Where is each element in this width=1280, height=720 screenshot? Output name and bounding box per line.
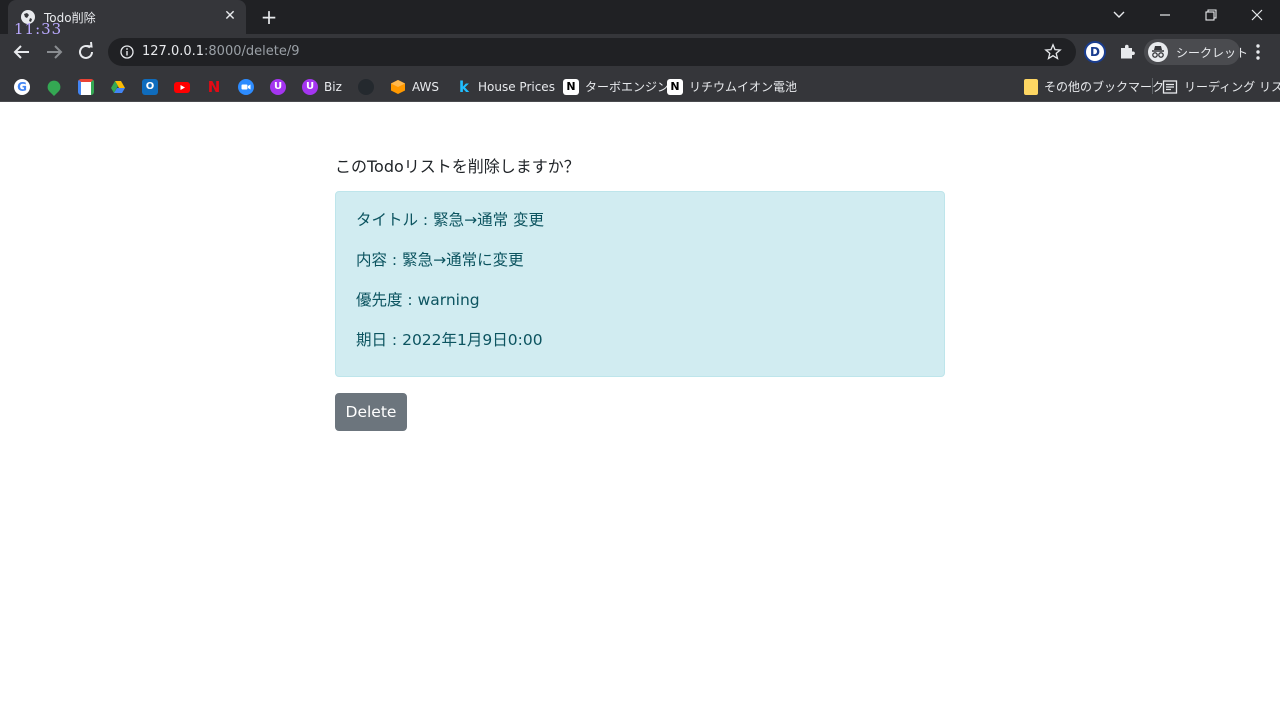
todo-due-date: 期日 : 2022年1月9日0:00 — [356, 331, 543, 349]
reading-list-icon — [1162, 79, 1178, 94]
close-window-button[interactable] — [1242, 4, 1272, 28]
todo-content: 内容 : 緊急→通常に変更 — [356, 251, 524, 269]
close-tab-icon[interactable]: ✕ — [222, 8, 238, 24]
notion-icon: N — [563, 78, 579, 95]
url-host: 127.0.0.1 — [142, 44, 205, 59]
bookmark-star-icon[interactable] — [1044, 43, 1062, 61]
bookmark-zoom[interactable] — [238, 76, 254, 96]
bookmark-netflix[interactable]: N — [206, 76, 222, 96]
bookmark-outlook[interactable]: O — [142, 76, 158, 96]
address-bar[interactable]: 127.0.0.1:8000/delete/9 — [108, 38, 1076, 66]
page-content: このTodoリストを削除しますか？ タイトル : 緊急→通常 変更 内容 : 緊… — [0, 103, 1280, 720]
bookmark-house-prices[interactable]: k House Prices — [456, 76, 555, 96]
bookmark-google[interactable]: G — [14, 76, 30, 96]
bookmarks-bar: G O N U U Biz AWS k House Prices N ターボエンジン … — [0, 70, 1280, 102]
back-button[interactable] — [10, 40, 34, 64]
bookmark-label: House Prices — [478, 79, 555, 94]
outlook-icon: O — [142, 78, 158, 95]
zoom-icon — [238, 78, 254, 95]
reading-list[interactable]: リーディング リスト — [1162, 76, 1280, 96]
incognito-label: シークレット — [1176, 46, 1249, 60]
netflix-icon: N — [207, 77, 221, 96]
bookmark-label: AWS — [412, 79, 440, 94]
browser-toolbar: 127.0.0.1:8000/delete/9 D シークレット — [0, 34, 1280, 70]
back-arrow-icon — [13, 45, 29, 59]
incognito-indicator[interactable]: シークレット — [1144, 39, 1248, 65]
bookmark-github[interactable] — [358, 76, 374, 96]
site-info-icon[interactable] — [120, 45, 134, 59]
udemy-icon: U — [270, 78, 286, 95]
bookmark-label: リチウムイオン電池 — [689, 80, 798, 94]
bookmark-biz[interactable]: U Biz — [302, 76, 342, 96]
bookmark-label: ターボエンジン — [585, 80, 670, 94]
bookmarks-divider — [1152, 78, 1153, 94]
forward-arrow-icon — [47, 45, 63, 59]
bookmark-lithium-battery[interactable]: N リチウムイオン電池 — [667, 76, 797, 96]
bookmark-drive[interactable] — [110, 76, 126, 96]
tab-strip: Todo削除 ✕ 11:33 + — [0, 0, 1280, 38]
folder-icon — [1024, 78, 1038, 95]
delete-button[interactable]: Delete — [335, 393, 407, 431]
delete-confirmation-question: このTodoリストを削除しますか？ — [335, 157, 580, 176]
gmail-icon — [78, 78, 94, 95]
todo-title: タイトル : 緊急→通常 変更 — [356, 211, 544, 229]
extension-d-icon[interactable]: D — [1084, 41, 1106, 63]
bookmark-aws[interactable]: AWS — [390, 76, 439, 96]
bookmark-youtube[interactable] — [174, 76, 190, 96]
bookmark-turbo-engine[interactable]: N ターボエンジン — [563, 76, 669, 96]
other-bookmarks-label: その他のブックマーク — [1044, 80, 1165, 94]
bookmark-maps[interactable] — [44, 76, 64, 96]
udemy-business-icon: U — [302, 78, 318, 95]
reload-icon — [79, 41, 93, 59]
incognito-icon — [1148, 42, 1168, 62]
youtube-icon — [174, 81, 190, 93]
bookmark-label: Biz — [324, 79, 342, 94]
forward-button[interactable] — [42, 40, 66, 64]
url-text: 127.0.0.1:8000/delete/9 — [142, 44, 299, 59]
url-path: :8000/delete/9 — [204, 44, 300, 59]
github-icon — [358, 78, 374, 95]
more-menu-icon[interactable] — [1250, 43, 1266, 61]
minimize-button[interactable] — [1150, 4, 1180, 28]
todo-info-card: タイトル : 緊急→通常 変更 内容 : 緊急→通常に変更 優先度 : warn… — [335, 191, 945, 377]
maps-icon — [44, 77, 64, 96]
bookmark-udemy[interactable]: U — [270, 76, 286, 96]
reload-button[interactable] — [74, 40, 98, 64]
todo-priority: 優先度 : warning — [356, 291, 480, 309]
drive-icon — [111, 80, 125, 93]
other-bookmarks[interactable]: その他のブックマーク — [1024, 76, 1164, 96]
extensions-puzzle-icon[interactable] — [1118, 43, 1136, 61]
google-icon: G — [14, 78, 30, 95]
restore-button[interactable] — [1196, 4, 1226, 28]
kaggle-icon: k — [459, 77, 469, 96]
bookmark-gmail[interactable] — [78, 76, 94, 96]
new-tab-button[interactable]: + — [258, 6, 280, 28]
aws-icon — [391, 79, 405, 94]
reading-list-label: リーディング リスト — [1184, 80, 1280, 94]
notion-icon: N — [667, 78, 683, 95]
tab-search-icon[interactable] — [1104, 4, 1134, 28]
